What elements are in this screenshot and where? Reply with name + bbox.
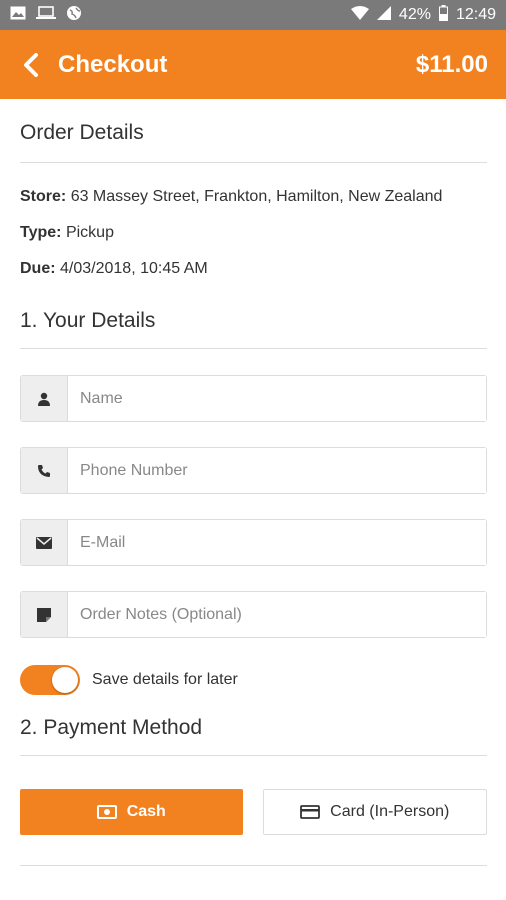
- due-line: Due: 4/03/2018, 10:45 AM: [20, 257, 487, 293]
- phone-icon: [21, 448, 68, 493]
- order-info: Store: 63 Massey Street, Frankton, Hamil…: [20, 185, 487, 293]
- phone-input[interactable]: [68, 448, 486, 493]
- type-label: Type:: [20, 224, 62, 241]
- store-line: Store: 63 Massey Street, Frankton, Hamil…: [20, 185, 487, 221]
- globe-icon: [66, 5, 82, 26]
- your-details-heading: 1. Your Details: [20, 293, 487, 349]
- name-field: [20, 375, 487, 422]
- checkout-content: Order Details Store: 63 Massey Street, F…: [20, 99, 487, 866]
- due-label: Due:: [20, 260, 56, 277]
- details-form: [20, 375, 487, 638]
- payment-options: Cash Card (In-Person): [20, 789, 487, 835]
- save-details-label: Save details for later: [92, 671, 238, 688]
- wifi-icon: [350, 5, 369, 25]
- cash-label: Cash: [126, 803, 166, 820]
- phone-field: [20, 447, 487, 494]
- cash-button[interactable]: Cash: [20, 789, 243, 835]
- due-value: 4/03/2018, 10:45 AM: [60, 260, 208, 277]
- image-icon: [10, 6, 26, 25]
- store-label: Store:: [20, 188, 67, 205]
- notes-input[interactable]: [68, 592, 486, 637]
- card-label: Card (In-Person): [330, 803, 450, 820]
- page-title: Checkout: [58, 50, 168, 78]
- clock: 12:49: [455, 6, 496, 23]
- user-icon: [21, 376, 68, 421]
- save-details-toggle[interactable]: [20, 665, 80, 695]
- type-value: Pickup: [65, 224, 114, 241]
- status-bar: 42% 12:49: [0, 0, 506, 30]
- email-input[interactable]: [68, 520, 486, 565]
- signal-icon: [376, 5, 391, 25]
- battery-icon: [438, 4, 448, 26]
- sticky-note-icon: [21, 592, 68, 637]
- email-field: [20, 519, 487, 566]
- envelope-icon: [21, 520, 68, 565]
- toggle-knob: [52, 667, 78, 693]
- name-input[interactable]: [68, 376, 486, 421]
- order-details-heading: Order Details: [20, 99, 487, 163]
- bottom-divider: [20, 865, 487, 866]
- app-bar: Checkout $11.00: [0, 30, 506, 99]
- store-value: 63 Massey Street, Frankton, Hamilton, Ne…: [70, 188, 443, 205]
- credit-card-icon: [300, 805, 321, 819]
- back-arrow-icon[interactable]: [18, 52, 44, 78]
- type-line: Type: Pickup: [20, 221, 487, 257]
- card-button[interactable]: Card (In-Person): [262, 789, 487, 835]
- order-total: $11.00: [415, 50, 488, 78]
- save-details-row: Save details for later: [20, 664, 487, 696]
- battery-percent: 42%: [398, 6, 431, 23]
- payment-method-heading: 2. Payment Method: [20, 696, 487, 756]
- cash-icon: [96, 805, 117, 819]
- laptop-icon: [36, 5, 56, 25]
- notes-field: [20, 591, 487, 638]
